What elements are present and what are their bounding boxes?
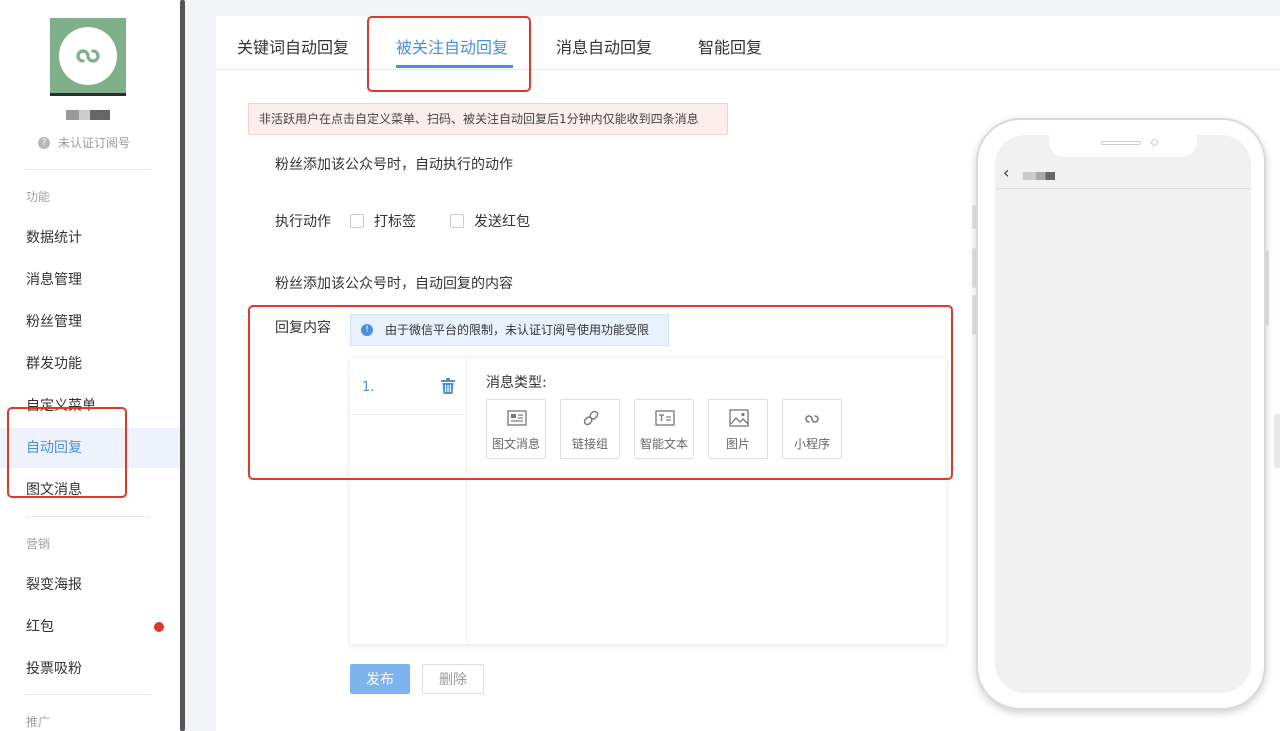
sidebar-item-red-packet[interactable]: 红包 <box>0 607 180 647</box>
sidebar-item-custom-menu[interactable]: 自定义菜单 <box>0 386 180 426</box>
divider <box>26 169 150 170</box>
sidebar-item-auto-reply[interactable]: 自动回复 <box>0 428 180 468</box>
image-icon <box>729 409 749 427</box>
reply-section-title: 粉丝添加该公众号时，自动回复的内容 <box>275 276 513 292</box>
sidebar: ? 未认证订阅号 功能 数据统计 消息管理 粉丝管理 群发功能 自定义菜单 自动… <box>0 0 180 731</box>
account-avatar <box>50 18 126 96</box>
back-chevron-icon: ‹ <box>1003 163 1010 182</box>
sidebar-item-message-management[interactable]: 消息管理 <box>0 260 180 300</box>
sidebar-item-vote-fans[interactable]: 投票吸粉 <box>0 649 180 689</box>
phone-camera <box>1151 139 1158 146</box>
miniprogram-icon <box>805 415 819 423</box>
divider <box>26 694 150 695</box>
item-number: 1. <box>362 380 375 395</box>
account-status: ? 未认证订阅号 <box>38 134 130 151</box>
tab-message-reply[interactable]: 消息自动回复 <box>556 34 652 58</box>
phone-header: ‹ <box>995 157 1251 189</box>
sidebar-scrollbar[interactable] <box>180 0 185 731</box>
type-miniprogram-button[interactable]: 小程序 <box>782 399 842 459</box>
type-image-button[interactable]: 图片 <box>708 399 768 459</box>
phone-notch <box>1049 135 1197 157</box>
tag-checkbox-label[interactable]: 打标签 <box>374 211 416 231</box>
reply-editor: 1. 消息类型: 图文消息 链接组 智能文本 图片 小程序 <box>350 358 946 644</box>
link-icon <box>583 410 599 426</box>
miniprogram-logo-icon <box>59 27 117 85</box>
sidebar-item-fission-poster[interactable]: 裂变海报 <box>0 565 180 605</box>
trash-icon[interactable] <box>441 378 455 394</box>
type-label: 图文消息 <box>491 437 540 451</box>
phone-screen: ‹ <box>995 135 1251 693</box>
section-label-marketing: 营销 <box>26 537 51 551</box>
type-label: 链接组 <box>571 437 608 451</box>
phone-preview: ‹ <box>976 118 1266 710</box>
account-status-label: 未认证订阅号 <box>58 136 131 150</box>
sidebar-item-fan-management[interactable]: 粉丝管理 <box>0 302 180 342</box>
publish-button[interactable]: 发布 <box>350 664 410 694</box>
question-icon[interactable]: ? <box>38 136 50 149</box>
type-smart-text-button[interactable]: 智能文本 <box>634 399 694 459</box>
text-icon <box>655 410 675 426</box>
sidebar-item-mass-send[interactable]: 群发功能 <box>0 344 180 384</box>
section-label-function: 功能 <box>26 190 51 204</box>
reply-content-label: 回复内容 <box>275 320 331 336</box>
sidebar-item-article-messages[interactable]: 图文消息 <box>0 470 180 510</box>
red-packet-checkbox[interactable] <box>450 214 464 228</box>
active-tab-indicator <box>396 65 513 68</box>
red-packet-checkbox-label[interactable]: 发送红包 <box>474 211 530 231</box>
notification-dot <box>154 622 164 632</box>
right-edge-tab[interactable] <box>1274 414 1280 468</box>
warning-banner: 非活跃用户在点击自定义菜单、扫码、被关注自动回复后1分钟内仅能收到四条消息 <box>248 103 728 135</box>
article-icon <box>507 410 527 426</box>
tab-bar: 关键词自动回复 被关注自动回复 消息自动回复 智能回复 <box>216 16 1280 70</box>
type-label: 小程序 <box>793 437 830 451</box>
tab-keyword-reply[interactable]: 关键词自动回复 <box>237 34 349 58</box>
list-item[interactable]: 1. <box>350 358 466 415</box>
info-notice-text: 由于微信平台的限制，未认证订阅号使用功能受限 <box>385 323 650 337</box>
tab-smart-reply[interactable]: 智能回复 <box>698 34 762 58</box>
phone-speaker <box>1101 141 1141 145</box>
sidebar-item-data-stats[interactable]: 数据统计 <box>0 218 180 258</box>
type-label: 智能文本 <box>639 437 688 451</box>
info-icon: ! <box>361 324 373 336</box>
divider <box>26 516 150 517</box>
reply-item-list: 1. <box>350 358 467 644</box>
section-label-promotion: 推广 <box>26 715 51 729</box>
tab-follow-reply[interactable]: 被关注自动回复 <box>396 34 508 58</box>
info-notice: ! 由于微信平台的限制，未认证订阅号使用功能受限 <box>350 314 669 346</box>
action-section-title: 粉丝添加该公众号时，自动执行的动作 <box>275 157 513 173</box>
phone-title-blurred <box>1023 172 1055 180</box>
delete-button[interactable]: 删除 <box>422 664 484 694</box>
type-link-group-button[interactable]: 链接组 <box>560 399 620 459</box>
tag-checkbox[interactable] <box>350 214 364 228</box>
type-label: 图片 <box>725 437 750 451</box>
message-type-label: 消息类型: <box>486 375 547 391</box>
account-name-blurred <box>66 110 110 120</box>
sidebar-item-label: 红包 <box>26 619 54 635</box>
action-label: 执行动作 <box>275 214 331 230</box>
type-article-button[interactable]: 图文消息 <box>486 399 546 459</box>
